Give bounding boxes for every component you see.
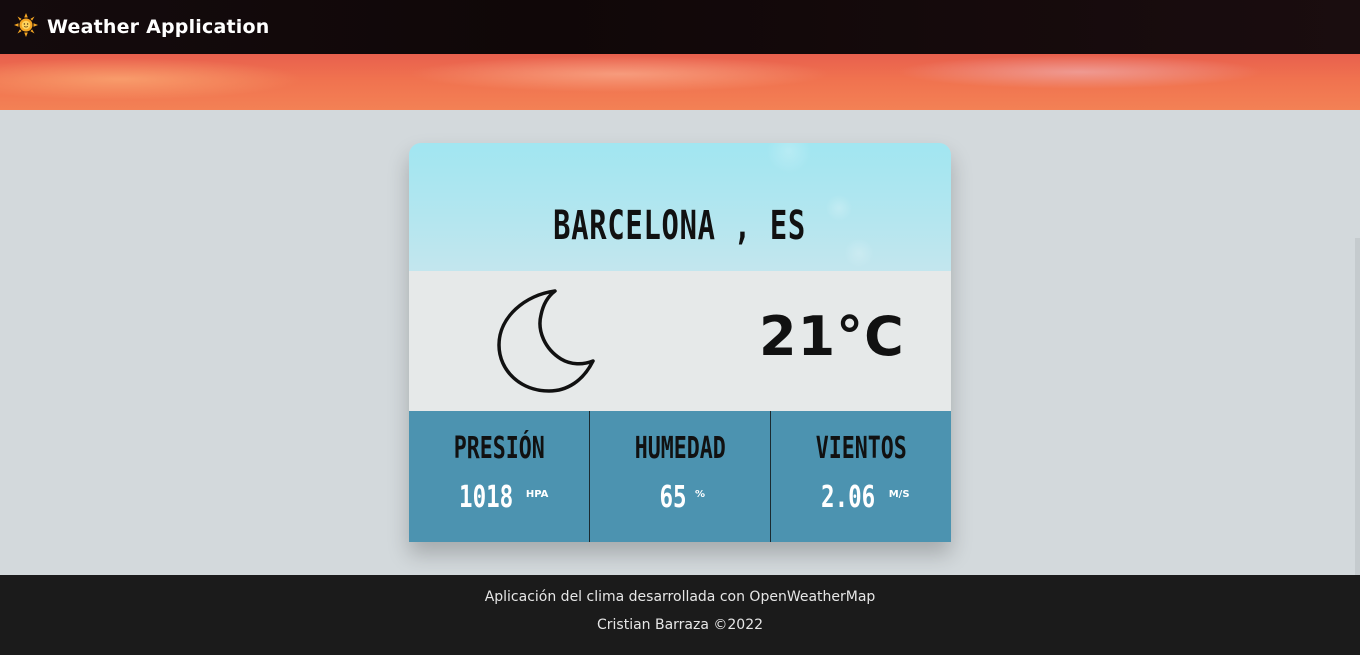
footer-credit: Aplicación del clima desarrollada con Op… xyxy=(484,589,876,605)
stat-value: 65 xyxy=(659,480,687,515)
card-header: BARCELONA , ES xyxy=(409,143,951,271)
stat-humidity: HUMEDAD 65 % xyxy=(590,411,771,542)
stat-unit: M/S xyxy=(888,489,910,500)
app-title: Weather Application xyxy=(47,16,270,38)
navbar: Weather Application xyxy=(0,0,1360,54)
city-name: BARCELONA , ES xyxy=(553,203,807,249)
stats-row: PRESIÓN 1018 HPA HUMEDAD 65 % VIENTOS 2.… xyxy=(409,411,951,542)
stat-unit: HPA xyxy=(525,489,549,500)
stat-wind: VIENTOS 2.06 M/S xyxy=(771,411,951,542)
brand-link[interactable]: Weather Application xyxy=(14,12,270,42)
stat-value-group: 1018 HPA xyxy=(450,480,549,515)
weather-card: BARCELONA , ES 21°C PRESIÓN 1018 HPA HUM… xyxy=(409,143,951,542)
temperature: 21°C xyxy=(759,305,905,368)
stat-pressure: PRESIÓN 1018 HPA xyxy=(409,411,590,542)
current-conditions: 21°C xyxy=(409,271,951,411)
sunset-banner xyxy=(0,54,1360,110)
stat-value: 1018 xyxy=(458,480,513,515)
footer-copyright: Cristian Barraza ©2022 xyxy=(596,617,764,633)
stat-label: VIENTOS xyxy=(815,431,907,466)
sun-icon xyxy=(14,12,38,42)
stat-label: HUMEDAD xyxy=(634,431,726,466)
stat-value-group: 65 % xyxy=(655,480,705,515)
stat-value-group: 2.06 M/S xyxy=(812,480,910,515)
scrollbar[interactable] xyxy=(1355,238,1360,575)
stat-unit: % xyxy=(695,489,706,500)
stat-label: PRESIÓN xyxy=(453,431,545,466)
footer: Aplicación del clima desarrollada con Op… xyxy=(0,575,1360,655)
moon-icon xyxy=(495,287,601,400)
stat-value: 2.06 xyxy=(821,480,876,515)
